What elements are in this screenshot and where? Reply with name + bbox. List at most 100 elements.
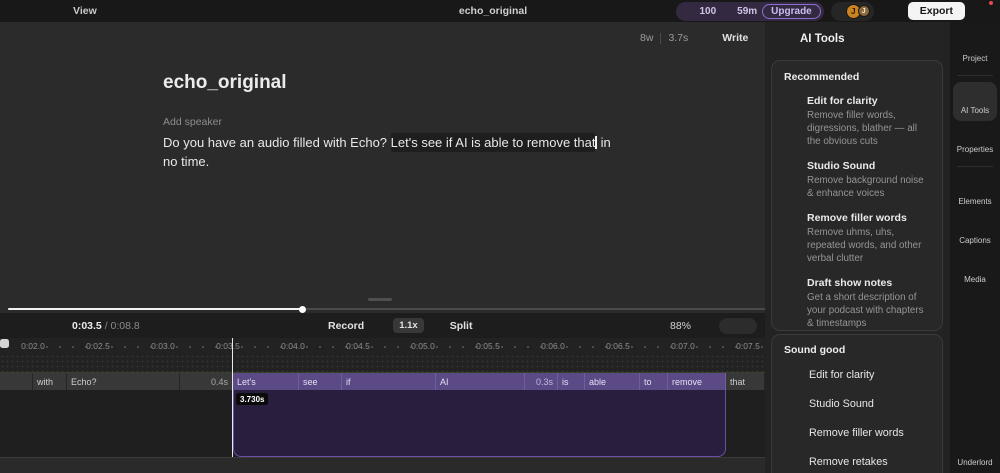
right-sidebar: Project AI Tools Properties Elements Caption… — [950, 22, 1000, 473]
sound-good-item[interactable]: Studio Sound — [772, 389, 942, 418]
chat-bubble-icon — [884, 5, 897, 18]
ruler-minor-tick — [46, 346, 48, 348]
sidebar-bottom: Underlord — [950, 434, 1000, 473]
marker-list-icon[interactable] — [50, 319, 63, 332]
ruler-minor-tick — [267, 346, 269, 348]
avatar-small[interactable]: J — [857, 5, 870, 17]
ruler-tick-label: 0:07.5 — [736, 341, 760, 351]
word-segment[interactable]: Echo? — [67, 373, 180, 390]
notification-dot — [989, 1, 993, 5]
word-segment[interactable]: see — [299, 373, 342, 390]
playhead-line[interactable] — [232, 338, 233, 457]
sound-good-item[interactable]: Remove filler words — [772, 418, 942, 447]
view-menu-button[interactable]: View — [54, 5, 114, 17]
project-title[interactable]: echo_original — [459, 5, 527, 17]
ruler-minor-tick — [306, 346, 308, 348]
word-segment[interactable]: able — [585, 373, 640, 390]
selection-duration-badge: 3.730s — [236, 393, 269, 405]
ai-tool-title: Edit for clarity — [807, 95, 878, 107]
close-icon — [920, 72, 930, 82]
word-segment[interactable]: Let's — [233, 373, 299, 390]
home-button[interactable] — [6, 2, 26, 20]
word-segment[interactable]: 0.3s — [525, 373, 558, 390]
zoom-in-button[interactable] — [699, 320, 711, 332]
ruler-minor-tick — [72, 346, 74, 348]
scrubber-handle[interactable] — [298, 305, 306, 313]
sync-status-button[interactable] — [142, 2, 162, 20]
credits-pill[interactable]: 100 59m Upgrade — [676, 1, 824, 21]
ai-tool-item[interactable]: Edit for clarity Remove filler words, dig… — [772, 88, 942, 153]
sound-good-header-label: Sound good — [784, 344, 846, 356]
sound-good-item[interactable]: Edit for clarity — [772, 360, 942, 389]
meta-divider — [660, 32, 662, 44]
ruler-tick-label: 0:04.5 — [346, 341, 370, 351]
topbar-right-group: 100 59m Upgrade J J Export — [676, 1, 1000, 21]
ruler-minor-tick — [592, 346, 594, 348]
zoom-out-button[interactable] — [650, 320, 662, 332]
sound-good-item[interactable]: Remove retakes — [772, 447, 942, 473]
sound-good-card-header: Sound good — [772, 335, 942, 360]
skip-back-icon[interactable] — [8, 320, 20, 332]
record-button[interactable]: Record — [310, 319, 364, 332]
sidebar-item-ai-tools[interactable]: AI Tools — [953, 82, 997, 121]
sidebar-item-captions[interactable]: Captions — [953, 212, 997, 251]
transcript-segment[interactable]: Do you have an audio filled with Echo? — [163, 135, 391, 150]
word-segment[interactable]: that — [726, 373, 765, 390]
title-chevron-down-icon[interactable] — [531, 6, 541, 16]
word-segment[interactable]: if — [342, 373, 436, 390]
ai-tool-item[interactable]: Draft show notes Get a short description … — [772, 270, 942, 330]
playback-speed-button[interactable]: 1.1x — [393, 318, 424, 333]
word-count: 8w — [640, 32, 654, 44]
skip-forward-icon[interactable] — [29, 320, 41, 332]
playhead-handle[interactable] — [0, 338, 9, 348]
ai-tool-description: Get a short description of your podcast … — [807, 292, 924, 329]
upgrade-button[interactable]: Upgrade — [762, 3, 821, 19]
sidebar-item-properties[interactable]: Properties — [953, 121, 997, 160]
sidebar-item-underlord[interactable]: Underlord — [953, 434, 997, 473]
add-speaker-button[interactable]: Add speaker — [163, 116, 222, 128]
write-button[interactable]: Write — [705, 32, 748, 44]
play-button[interactable] — [373, 320, 384, 331]
sidebar-item-label: Captions — [959, 236, 991, 245]
ruler-minor-tick — [501, 346, 503, 348]
record-label: Record — [328, 319, 365, 332]
menu-button[interactable] — [30, 2, 50, 20]
recommended-card-header: Recommended — [772, 61, 942, 88]
ruler-minor-tick — [319, 346, 321, 348]
word-segment[interactable]: with — [33, 373, 67, 390]
sidebar-item-elements[interactable]: Elements — [953, 173, 997, 212]
ruler-minor-tick — [436, 346, 438, 348]
comments-button[interactable] — [881, 2, 901, 20]
zoom-level[interactable]: 88% — [670, 320, 691, 332]
ai-tool-title: Studio Sound — [807, 160, 876, 172]
timeline-resize-handle[interactable] — [368, 298, 392, 301]
export-button[interactable]: Export — [907, 2, 965, 20]
timeline-left-controls: 0:03.5 / 0:08.8 — [8, 313, 140, 338]
recommended-items: Edit for clarity Remove filler words, dig… — [772, 88, 942, 330]
ruler-minor-tick — [761, 346, 763, 348]
word-segment[interactable]: 0.4s — [180, 373, 233, 390]
undo-button[interactable] — [118, 2, 138, 20]
mic-sparkle-icon — [784, 161, 798, 175]
gap-segment[interactable] — [0, 373, 33, 390]
document-title[interactable]: echo_original — [163, 72, 287, 94]
sliders-icon — [968, 128, 982, 142]
sidebar-item-label: Underlord — [957, 458, 993, 467]
sidebar-item-project[interactable]: Project — [953, 30, 997, 69]
split-button[interactable]: Split — [433, 320, 473, 332]
ai-tool-item[interactable]: Remove filler words Remove uhms, uhs, rep… — [772, 205, 942, 270]
word-segment[interactable]: remove — [668, 373, 726, 390]
word-segment[interactable]: to — [640, 373, 668, 390]
word-segments-row: with Echo? 0.4s Let's see if AI 0.3s is able to rem… — [0, 373, 765, 390]
word-segment[interactable]: is — [558, 373, 585, 390]
sidebar-item-media[interactable]: Media — [953, 251, 997, 290]
ai-tool-item[interactable]: Studio Sound Remove background noise & en… — [772, 153, 942, 205]
close-recommended-button[interactable] — [918, 70, 932, 84]
pointer-icon — [726, 320, 737, 331]
word-segment[interactable]: AI — [436, 373, 525, 390]
transcript-text[interactable]: Do you have an audio filled with Echo? L… — [163, 133, 613, 171]
transcript-selected-text[interactable]: Let's see if AI is able to remove that — [390, 133, 596, 152]
pointer-tool-button[interactable] — [719, 317, 758, 334]
help-button[interactable] — [972, 1, 993, 20]
